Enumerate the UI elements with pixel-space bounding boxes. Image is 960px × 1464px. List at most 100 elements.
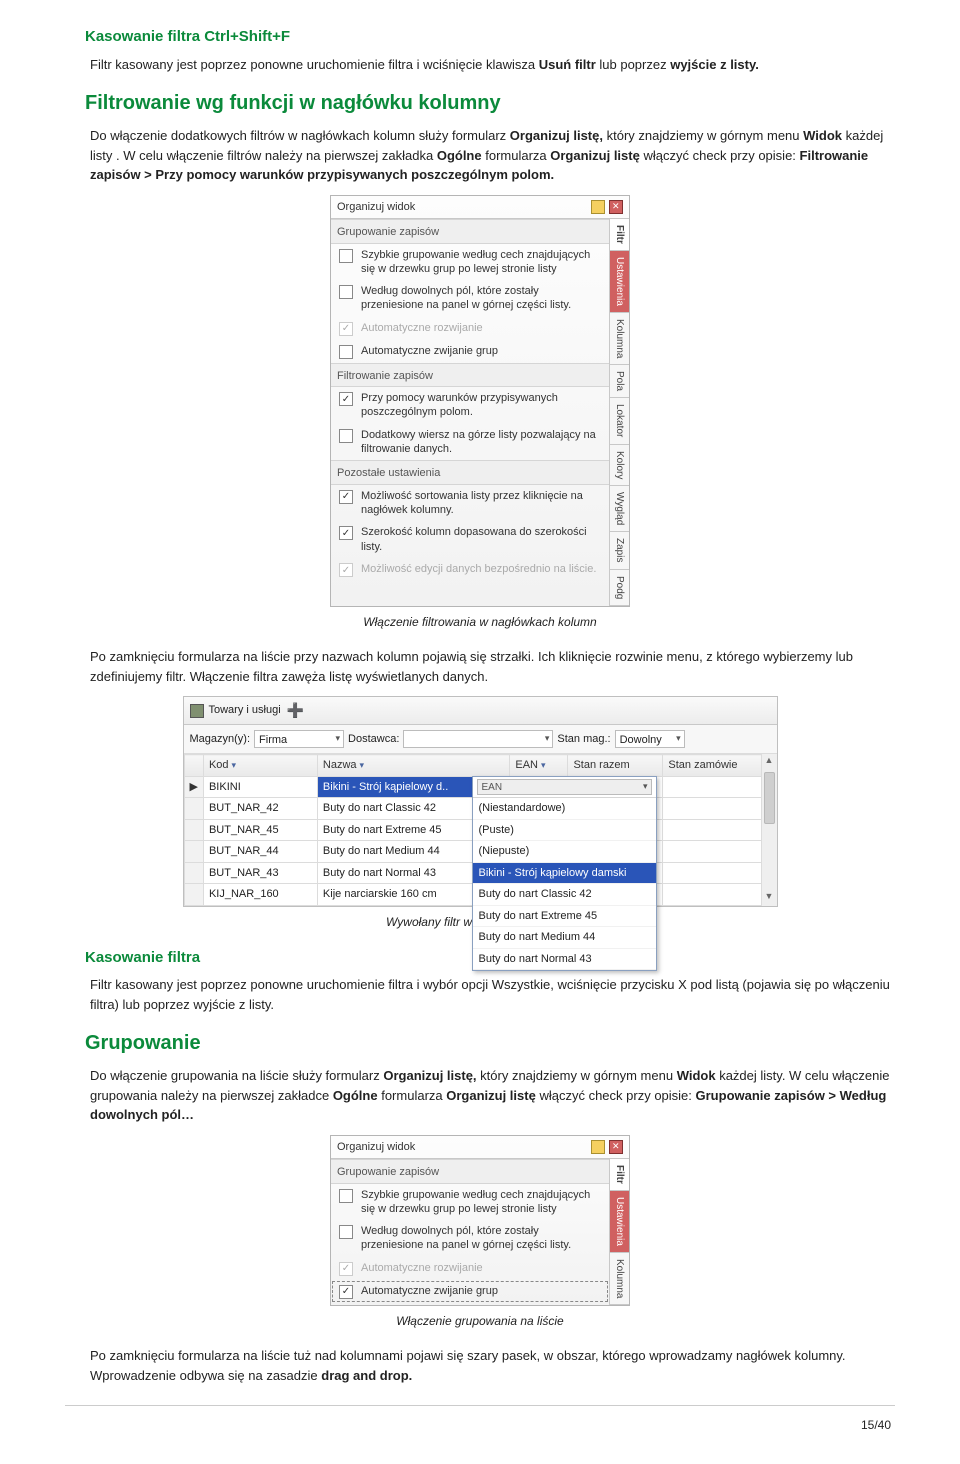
organize-view-panel-short: Organizuj widok Grupowanie zapisów Szybk…: [330, 1135, 630, 1307]
checkbox-icon[interactable]: [339, 1189, 353, 1203]
products-window: Towary i usługi ➕ Magazyn(y): Firma Dost…: [183, 696, 778, 907]
side-tabs: Filtr Ustawienia Kolumna: [609, 1159, 629, 1305]
col-stanrazem[interactable]: Stan razem: [568, 755, 663, 777]
option-label: Możliwość sortowania listy przez kliknię…: [361, 489, 601, 518]
label-dostawca: Dostawca:: [348, 731, 399, 748]
option-row[interactable]: Automatyczne zwijanie grup: [331, 340, 609, 363]
tab-kolumna[interactable]: Kolumna: [610, 313, 629, 365]
dropdown-item[interactable]: Buty do nart Extreme 45: [473, 906, 656, 928]
checkbox-icon[interactable]: [339, 490, 353, 504]
checkbox-icon[interactable]: [339, 285, 353, 299]
col-nazwa[interactable]: Nazwa: [317, 755, 509, 777]
tab-pola[interactable]: Pola: [610, 365, 629, 398]
text: Do włączenie dodatkowych filtrów w nagłó…: [90, 128, 510, 143]
col-stanzam[interactable]: Stan zamówie: [663, 755, 776, 777]
close-icon[interactable]: [609, 200, 623, 214]
checkbox-icon[interactable]: [339, 1225, 353, 1239]
option-row[interactable]: Według dowolnych pól, które zostały prze…: [331, 280, 609, 317]
option-row[interactable]: Możliwość sortowania listy przez kliknię…: [331, 485, 609, 522]
text: formularza: [485, 148, 550, 163]
option-label: Przy pomocy warunków przypisywanych posz…: [361, 391, 601, 420]
tab-kolory[interactable]: Kolory: [610, 445, 629, 486]
col-ean[interactable]: EAN: [510, 755, 568, 777]
paragraph-filtrowanie-2: Po zamknięciu formularza na liście przy …: [90, 647, 895, 686]
checkbox-icon[interactable]: [339, 526, 353, 540]
checkbox-icon: [339, 1262, 353, 1276]
close-icon[interactable]: [609, 1140, 623, 1154]
window-title: Towary i usługi: [209, 702, 281, 719]
dropdown-item[interactable]: (Niestandardowe): [473, 798, 656, 820]
option-label: Możliwość edycji danych bezpośrednio na …: [361, 562, 601, 576]
scroll-thumb[interactable]: [764, 772, 775, 824]
label-magazyn: Magazyn(y):: [190, 731, 251, 748]
option-label: Automatyczne zwijanie grup: [361, 344, 601, 358]
scroll-down-icon[interactable]: ▼: [762, 890, 777, 906]
tab-wyglad[interactable]: Wygląd: [610, 486, 629, 532]
tab-filtr[interactable]: Filtr: [610, 219, 629, 251]
option-label: Według dowolnych pól, które zostały prze…: [361, 284, 601, 313]
heading-grupowanie: Grupowanie: [85, 1028, 895, 1058]
dostawca-select[interactable]: [403, 730, 553, 748]
text: . W celu włączenie filtrów należy na pie…: [116, 148, 437, 163]
checkbox-icon[interactable]: [339, 429, 353, 443]
tab-podg[interactable]: Podg: [610, 570, 629, 606]
scroll-up-icon[interactable]: ▲: [762, 754, 777, 770]
organize-view-panel: Organizuj widok Grupowanie zapisów Szybk…: [330, 195, 630, 608]
dropdown-item[interactable]: Buty do nart Medium 44: [473, 927, 656, 949]
text-bold: Organizuj listę: [446, 1088, 536, 1103]
option-row: Automatyczne rozwijanie: [331, 317, 609, 340]
text-bold: Organizuj listę,: [383, 1068, 476, 1083]
dropdown-item[interactable]: Buty do nart Classic 42: [473, 884, 656, 906]
add-icon[interactable]: ➕: [287, 700, 304, 721]
tab-zapis[interactable]: Zapis: [610, 532, 629, 569]
option-label: Dodatkowy wiersz na górze listy pozwalaj…: [361, 428, 601, 457]
heading-kasowanie-shortcut: Kasowanie filtra Ctrl+Shift+F: [85, 26, 895, 49]
caption-1: Włączenie filtrowania w nagłówkach kolum…: [65, 613, 895, 631]
section-pozostale: Pozostałe ustawienia: [331, 460, 609, 485]
checkbox-icon: [339, 322, 353, 336]
scrollbar-vertical[interactable]: ▲ ▼: [761, 754, 777, 906]
text-bold: Organizuj listę,: [510, 128, 603, 143]
paragraph-kasowanie-1: Filtr kasowany jest poprzez ponowne uruc…: [90, 55, 895, 75]
caption-3: Włączenie grupowania na liście: [65, 1312, 895, 1330]
text: Filtr kasowany jest poprzez ponowne uruc…: [90, 57, 539, 72]
checkbox-icon[interactable]: [339, 1285, 353, 1299]
dropdown-item[interactable]: Bikini - Strój kąpielowy damski: [473, 863, 656, 885]
dropdown-search[interactable]: EAN: [482, 780, 503, 795]
option-row[interactable]: Szerokość kolumn dopasowana do szerokośc…: [331, 521, 609, 558]
option-row[interactable]: Szybkie grupowanie według cech znajdując…: [331, 244, 609, 281]
option-label: Według dowolnych pól, które zostały prze…: [361, 1224, 601, 1253]
checkbox-icon[interactable]: [339, 249, 353, 263]
text: lub poprzez: [599, 57, 670, 72]
footer-divider: [65, 1405, 895, 1406]
dropdown-item[interactable]: (Puste): [473, 820, 656, 842]
magazyn-select[interactable]: Firma: [254, 730, 344, 748]
option-label: Szerokość kolumn dopasowana do szerokośc…: [361, 525, 601, 554]
stan-select[interactable]: Dowolny: [615, 730, 685, 748]
checkbox-icon[interactable]: [339, 392, 353, 406]
dropdown-item[interactable]: Buty do nart Normal 43: [473, 949, 656, 971]
column-filter-dropdown[interactable]: EAN (Niestandardowe)(Puste)(Niepuste)Bik…: [472, 776, 657, 971]
option-row: Automatyczne rozwijanie: [331, 1257, 609, 1280]
tab-kolumna[interactable]: Kolumna: [610, 1253, 629, 1305]
option-row[interactable]: Szybkie grupowanie według cech znajdując…: [331, 1184, 609, 1221]
text: włączyć check przy opisie:: [643, 148, 799, 163]
paragraph-grupowanie-2: Po zamknięciu formularza na liście tuż n…: [90, 1346, 895, 1385]
option-row[interactable]: Przy pomocy warunków przypisywanych posz…: [331, 387, 609, 424]
tab-ustawienia[interactable]: Ustawienia: [610, 251, 629, 313]
option-row[interactable]: Dodatkowy wiersz na górze listy pozwalaj…: [331, 424, 609, 461]
pin-icon[interactable]: [591, 200, 605, 214]
text-bold: Organizuj listę: [550, 148, 640, 163]
checkbox-icon[interactable]: [339, 345, 353, 359]
tab-filtr[interactable]: Filtr: [610, 1159, 629, 1191]
tab-lokator[interactable]: Lokator: [610, 398, 629, 444]
pin-icon[interactable]: [591, 1140, 605, 1154]
text: włączyć check przy opisie:: [539, 1088, 695, 1103]
option-row-selected[interactable]: Automatyczne zwijanie grup: [331, 1280, 609, 1303]
tab-ustawienia[interactable]: Ustawienia: [610, 1191, 629, 1253]
option-row[interactable]: Według dowolnych pól, które zostały prze…: [331, 1220, 609, 1257]
col-kod[interactable]: Kod: [203, 755, 317, 777]
side-tabs: Filtr Ustawienia Kolumna Pola Lokator Ko…: [609, 219, 629, 606]
text: Po zamknięciu formularza na liście tuż n…: [90, 1348, 846, 1383]
dropdown-item[interactable]: (Niepuste): [473, 841, 656, 863]
